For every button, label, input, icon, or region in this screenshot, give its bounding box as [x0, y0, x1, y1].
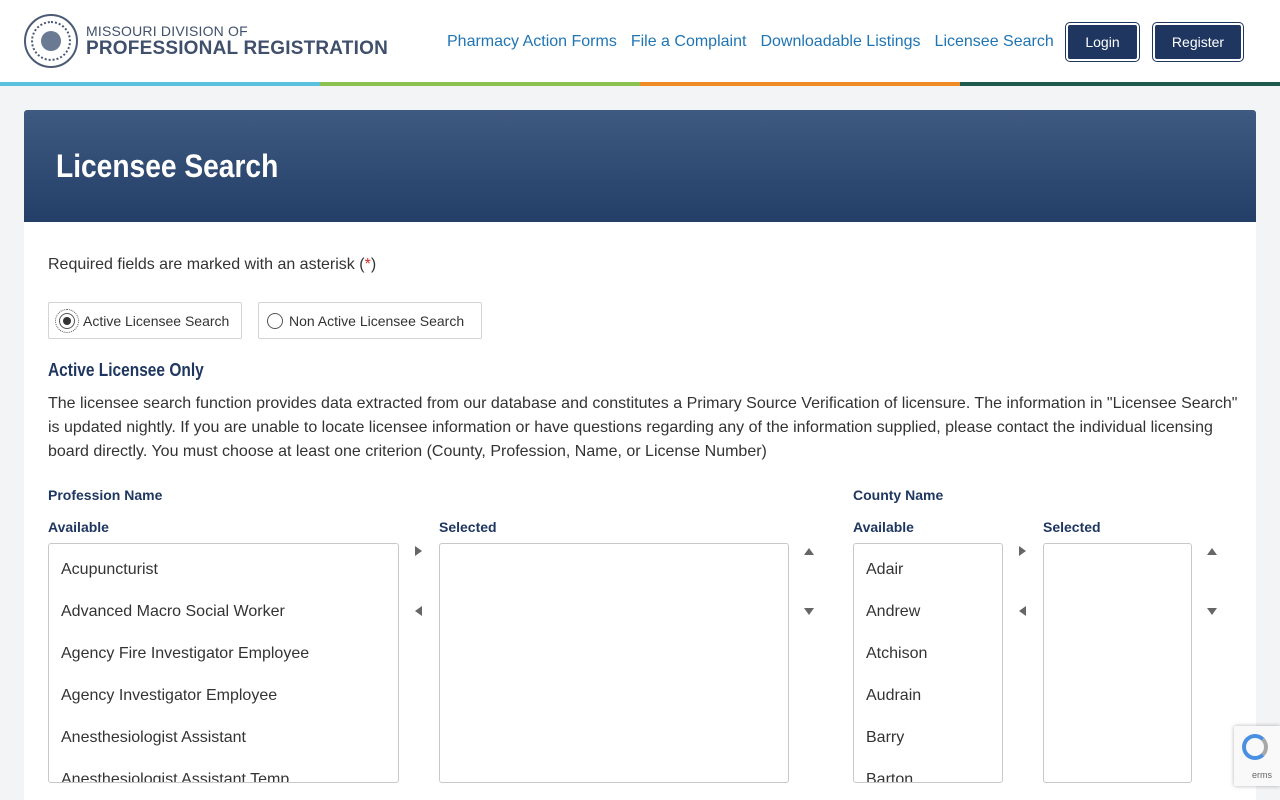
- list-item[interactable]: Anesthesiologist Assistant Temp: [49, 759, 398, 782]
- list-item[interactable]: Agency Fire Investigator Employee: [49, 633, 398, 675]
- nav-pharmacy-action-forms[interactable]: Pharmacy Action Forms: [447, 33, 617, 51]
- non-active-licensee-radio-option[interactable]: Non Active Licensee Search: [258, 302, 482, 339]
- non-active-radio-button[interactable]: [267, 312, 283, 329]
- site-logo[interactable]: MISSOURI DIVISION OF PROFESSIONAL REGIST…: [24, 14, 388, 68]
- nav-downloadable-listings[interactable]: Downloadable Listings: [760, 33, 920, 51]
- state-seal-icon: [24, 14, 78, 68]
- recaptcha-icon: [1242, 734, 1268, 760]
- profession-available-label: Available: [48, 519, 109, 535]
- list-item[interactable]: Barton: [854, 759, 1002, 782]
- list-item[interactable]: Barry: [854, 717, 1002, 759]
- page-title: Licensee Search: [56, 148, 279, 184]
- color-bar-segment: [320, 82, 640, 86]
- county-available-label: Available: [853, 519, 914, 535]
- licensee-search-card: Licensee Search Required fields are mark…: [24, 110, 1256, 800]
- county-add-arrow-icon[interactable]: [1019, 546, 1026, 556]
- logo-line2: PROFESSIONAL REGISTRATION: [86, 38, 388, 59]
- county-move-up-icon[interactable]: [1207, 548, 1217, 555]
- county-name-label: County Name: [853, 487, 944, 503]
- recaptcha-badge[interactable]: erms: [1234, 726, 1280, 786]
- list-item[interactable]: Andrew: [854, 591, 1002, 633]
- county-selected-list[interactable]: [1043, 543, 1192, 783]
- register-button[interactable]: Register: [1152, 22, 1244, 62]
- site-header: MISSOURI DIVISION OF PROFESSIONAL REGIST…: [0, 0, 1280, 86]
- profession-name-label: Profession Name: [48, 487, 163, 503]
- list-item[interactable]: Anesthesiologist Assistant: [49, 717, 398, 759]
- login-button[interactable]: Login: [1065, 22, 1140, 62]
- list-item[interactable]: Audrain: [854, 675, 1002, 717]
- county-selected-label: Selected: [1043, 519, 1101, 535]
- profession-selected-list[interactable]: [439, 543, 789, 783]
- required-note-suffix: ): [370, 256, 377, 273]
- required-fields-note: Required fields are marked with an aster…: [48, 256, 376, 274]
- county-remove-arrow-icon[interactable]: [1019, 606, 1026, 616]
- profession-selected-label: Selected: [439, 519, 497, 535]
- color-bar-segment: [960, 82, 1280, 86]
- color-bar-segment: [640, 82, 960, 86]
- profession-move-up-icon[interactable]: [804, 548, 814, 555]
- color-bar-segment: [0, 82, 320, 86]
- recaptcha-terms-text[interactable]: erms: [1252, 770, 1272, 780]
- nav-file-a-complaint[interactable]: File a Complaint: [631, 33, 747, 51]
- county-move-down-icon[interactable]: [1207, 608, 1217, 615]
- section-title: Active Licensee Only: [48, 360, 204, 380]
- logo-line1: MISSOURI DIVISION OF: [86, 23, 248, 39]
- required-note-prefix: Required fields are marked with an aster…: [48, 256, 365, 273]
- profession-move-down-icon[interactable]: [804, 608, 814, 615]
- list-item[interactable]: Adair: [854, 549, 1002, 591]
- main-nav: Pharmacy Action Forms File a Complaint D…: [440, 22, 1061, 62]
- list-item[interactable]: Atchison: [854, 633, 1002, 675]
- county-available-list[interactable]: Adair Andrew Atchison Audrain Barry Bart…: [853, 543, 1003, 783]
- list-item[interactable]: Acupuncturist: [49, 549, 398, 591]
- list-item[interactable]: Advanced Macro Social Worker: [49, 591, 398, 633]
- profession-add-arrow-icon[interactable]: [415, 546, 422, 556]
- active-radio-label: Active Licensee Search: [83, 312, 230, 329]
- nav-licensee-search[interactable]: Licensee Search: [935, 33, 1054, 51]
- active-licensee-radio-option[interactable]: Active Licensee Search: [48, 302, 242, 339]
- search-description: The licensee search function provides da…: [48, 395, 1238, 460]
- header-color-bar: [0, 82, 1280, 86]
- logo-text: MISSOURI DIVISION OF PROFESSIONAL REGIST…: [86, 23, 388, 59]
- profession-available-list[interactable]: Acupuncturist Advanced Macro Social Work…: [48, 543, 399, 783]
- active-radio-button[interactable]: [55, 308, 79, 333]
- profession-remove-arrow-icon[interactable]: [415, 606, 422, 616]
- non-active-radio-label: Non Active Licensee Search: [289, 312, 465, 329]
- list-item[interactable]: Agency Investigator Employee: [49, 675, 398, 717]
